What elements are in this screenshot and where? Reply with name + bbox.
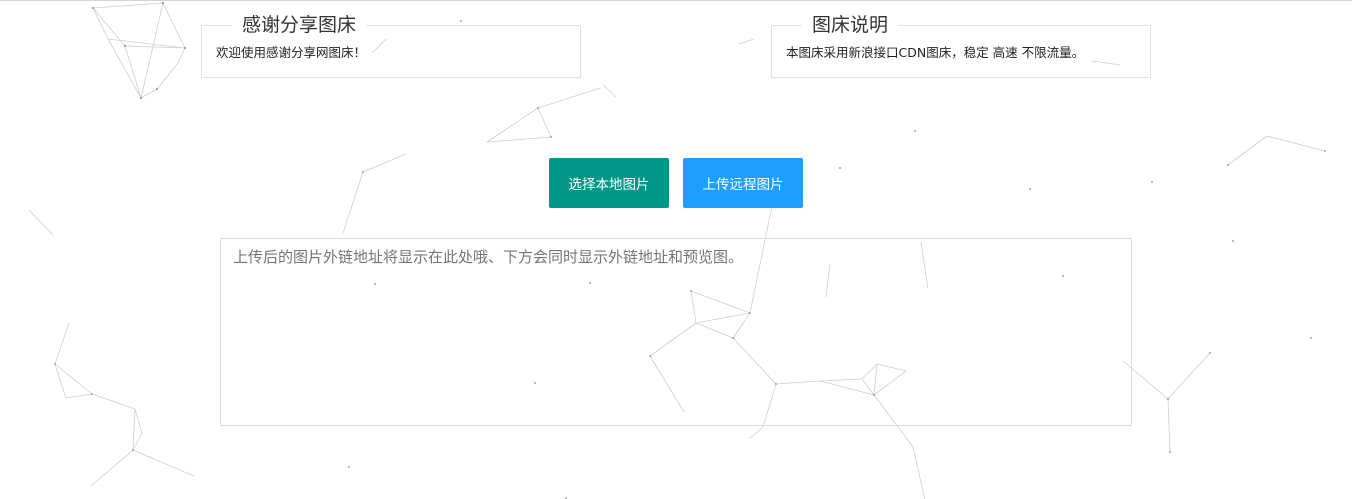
site-intro-title: 感谢分享图床	[242, 14, 357, 36]
image-host-info-text: 本图床采用新浪接口CDN图床，稳定 高速 不限流量。	[786, 45, 1085, 60]
image-host-info-panel: 图床说明 本图床采用新浪接口CDN图床，稳定 高速 不限流量。	[771, 14, 1151, 78]
image-host-info-title: 图床说明	[812, 14, 889, 36]
image-link-output-textarea[interactable]	[220, 238, 1132, 426]
upload-remote-image-button[interactable]: 上传远程图片	[683, 158, 803, 208]
page: 感谢分享图床 欢迎使用感谢分享网图床！ 图床说明 本图床采用新浪接口CDN图床，…	[0, 0, 1352, 499]
select-local-image-button[interactable]: 选择本地图片	[549, 158, 669, 208]
site-intro-text: 欢迎使用感谢分享网图床！	[216, 45, 367, 60]
site-intro-panel: 感谢分享图床 欢迎使用感谢分享网图床！	[201, 14, 581, 78]
